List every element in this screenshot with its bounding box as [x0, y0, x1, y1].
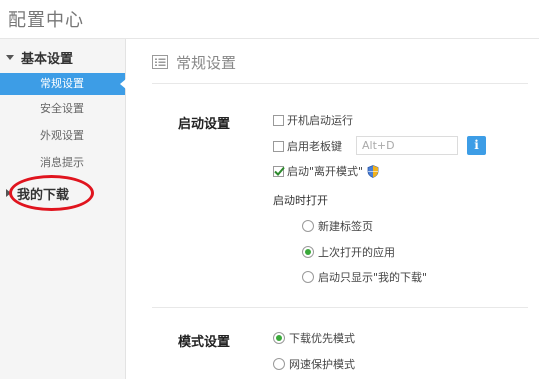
sidebar-item-appearance[interactable]: 外观设置	[0, 125, 125, 147]
sidebar-item-label: 消息提示	[40, 156, 84, 169]
leave-mode-checkbox[interactable]	[273, 165, 285, 177]
open-option-last-apps[interactable]: 上次打开的应用	[302, 243, 395, 261]
open-option-radio[interactable]	[302, 271, 314, 283]
leave-mode-label: 启动"离开模式"	[287, 165, 364, 178]
open-option-label: 上次打开的应用	[318, 246, 395, 259]
open-option-radio[interactable]	[302, 246, 314, 258]
auto-start-checkbox[interactable]	[273, 114, 284, 126]
section-divider	[152, 307, 528, 308]
sidebar-item-notifications[interactable]: 消息提示	[0, 152, 125, 174]
mode-section-title: 模式设置	[178, 335, 231, 350]
sidebar-item-label: 常规设置	[40, 77, 84, 90]
open-option-label: 启动只显示"我的下载"	[318, 271, 428, 284]
open-option-my-downloads[interactable]: 启动只显示"我的下载"	[302, 268, 427, 286]
open-option-new-tab[interactable]: 新建标签页	[302, 217, 373, 235]
mode-option-radio[interactable]	[273, 358, 285, 370]
auto-start-option[interactable]: 开机启动运行	[273, 111, 353, 129]
sidebar-item-security[interactable]: 安全设置	[0, 98, 125, 120]
sidebar: 基本设置 常规设置 安全设置 外观设置 消息提示 我的下载	[0, 39, 126, 379]
sidebar-item-label: 安全设置	[40, 102, 84, 115]
shield-icon	[367, 164, 379, 178]
sidebar-item-label: 外观设置	[40, 129, 84, 142]
startup-section-title: 启动设置	[178, 117, 231, 132]
auto-start-label: 开机启动运行	[287, 114, 353, 127]
boss-key-hotkey-input[interactable]: Alt+D	[356, 136, 458, 155]
page-title: 常规设置	[176, 53, 237, 72]
sidebar-group-basic-settings[interactable]: 基本设置	[6, 47, 73, 67]
sidebar-group-label: 基本设置	[21, 51, 74, 67]
open-option-label: 新建标签页	[318, 220, 373, 233]
boss-key-label: 启用老板键	[287, 140, 342, 153]
main-content: 常规设置 启动设置 开机启动运行 启用老板键 Alt+D i 启动"离开模式"	[126, 39, 539, 379]
sidebar-downloads-label: 我的下载	[17, 187, 70, 203]
config-center-window: 配置中心 基本设置 常规设置 安全设置 外观设置 消息提示 我的下载 常规设置 …	[0, 0, 539, 379]
content-header: 常规设置	[152, 51, 236, 73]
mode-option-label: 下载优先模式	[289, 332, 355, 345]
boss-key-checkbox[interactable]	[273, 140, 284, 152]
info-button[interactable]: i	[467, 136, 486, 155]
boss-key-option[interactable]: 启用老板键	[273, 137, 342, 155]
triangle-down-icon	[6, 54, 14, 60]
mode-option-radio[interactable]	[273, 332, 285, 344]
leave-mode-option[interactable]: 启动"离开模式"	[273, 162, 379, 180]
mode-option-network-protect[interactable]: 网速保护模式	[273, 355, 355, 373]
sidebar-item-general[interactable]: 常规设置	[0, 73, 126, 95]
open-on-start-label: 启动时打开	[273, 194, 328, 207]
open-option-radio[interactable]	[302, 220, 314, 232]
triangle-right-icon	[6, 189, 11, 197]
sidebar-item-my-downloads[interactable]: 我的下载	[6, 182, 69, 204]
app-title: 配置中心	[8, 10, 84, 31]
list-icon	[152, 55, 168, 69]
mode-option-label: 网速保护模式	[289, 358, 355, 371]
info-icon: i	[474, 138, 479, 152]
header-divider	[152, 83, 528, 84]
mode-option-download-priority[interactable]: 下载优先模式	[273, 329, 355, 347]
